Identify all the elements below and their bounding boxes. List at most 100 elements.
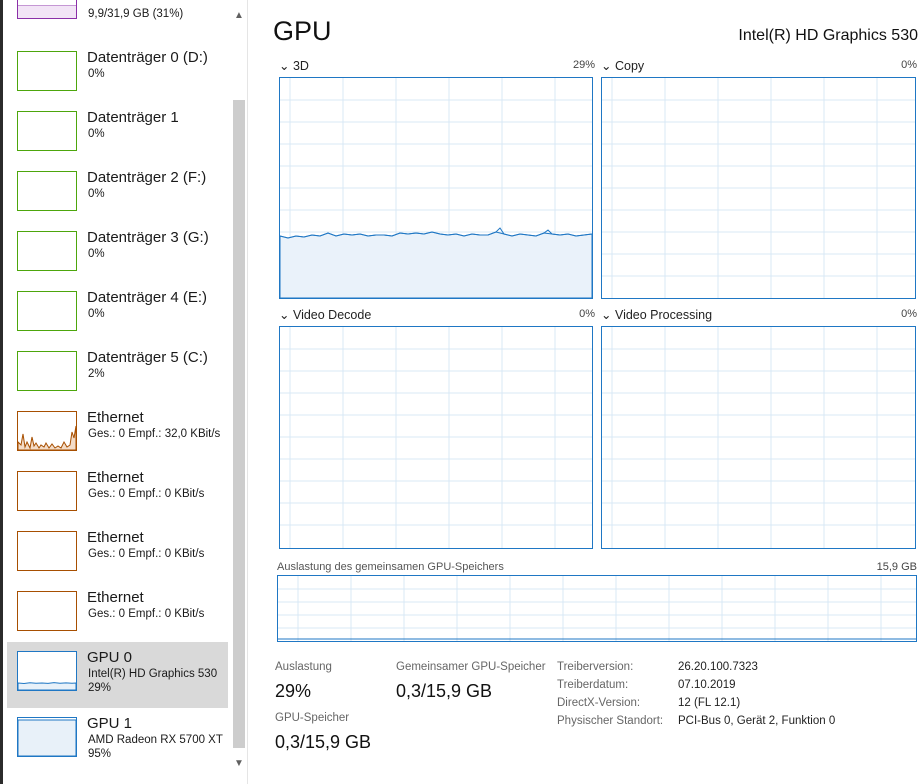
- engine-percent: 0%: [579, 308, 595, 320]
- engine-graph-3d: [279, 77, 593, 299]
- disk-usage: 0%: [88, 248, 105, 260]
- driver-date-value: 07.10.2019: [678, 679, 736, 691]
- engine-percent: 0%: [901, 308, 917, 320]
- usage-label: Auslastung: [275, 661, 332, 673]
- sidebar-item-disk-4[interactable]: Datenträger 4 (E:) 0%: [7, 282, 228, 342]
- directx-version-key: DirectX-Version:: [557, 697, 641, 709]
- graph-grid-3d: [280, 78, 592, 298]
- ethernet-thumbnail: [17, 411, 77, 451]
- sidebar-item-ethernet-1[interactable]: Ethernet Ges.: 0 Empf.: 0 KBit/s: [7, 462, 228, 522]
- sidebar-item-gpu-1[interactable]: GPU 1 AMD Radeon RX 5700 XT 95%: [7, 708, 228, 774]
- chevron-down-icon: ⌄: [601, 59, 612, 73]
- graph-grid-video-processing: [602, 327, 915, 548]
- sidebar-item-disk-2[interactable]: Datenträger 2 (F:) 0%: [7, 162, 228, 222]
- engine-selector-copy[interactable]: ⌄ Copy: [601, 58, 644, 73]
- sidebar-item-ethernet-3[interactable]: Ethernet Ges.: 0 Empf.: 0 KBit/s: [7, 582, 228, 642]
- graph-grid-copy: [602, 78, 915, 298]
- disk-thumbnail: [17, 111, 77, 151]
- disk-name: Datenträger 4 (E:): [87, 289, 208, 306]
- disk-thumbnail: [17, 51, 77, 91]
- shared-memory-graph: [277, 575, 917, 642]
- gpu-usage: 29%: [88, 682, 112, 694]
- page-title: GPU: [273, 16, 332, 46]
- ethernet-rate: Ges.: 0 Empf.: 32,0 KBit/s: [88, 428, 221, 440]
- disk-thumbnail: [17, 231, 77, 271]
- gpu-model-title: Intel(R) HD Graphics 530: [738, 27, 918, 44]
- sidebar-scrollbar[interactable]: ▲ ▼: [231, 8, 247, 776]
- sidebar-item-disk-3[interactable]: Datenträger 3 (G:) 0%: [7, 222, 228, 282]
- engine-selector-video-processing[interactable]: ⌄ Video Processing: [601, 307, 712, 322]
- gpu-model: Intel(R) HD Graphics 530: [88, 668, 218, 680]
- gpu-model: AMD Radeon RX 5700 XT: [88, 734, 223, 746]
- shared-memory-label: Auslastung des gemeinsamen GPU-Speichers: [277, 561, 504, 573]
- sidebar-item-memory[interactable]: 9,9/31,9 GB (31%): [7, 0, 228, 30]
- memory-thumbnail: [17, 0, 77, 19]
- disk-usage: 0%: [88, 68, 105, 80]
- ethernet-rate: Ges.: 0 Empf.: 0 KBit/s: [88, 608, 205, 620]
- sidebar-item-ethernet-0[interactable]: Ethernet Ges.: 0 Empf.: 32,0 KBit/s: [7, 402, 228, 462]
- gpu-name: GPU 0: [87, 649, 133, 666]
- resource-sidebar: 9,9/31,9 GB (31%) Datenträger 0 (D:) 0% …: [0, 0, 248, 784]
- ethernet-thumbnail: [17, 591, 77, 631]
- ethernet-rate: Ges.: 0 Empf.: 0 KBit/s: [88, 488, 205, 500]
- chevron-down-icon: ⌄: [279, 308, 290, 322]
- scroll-down-icon[interactable]: ▼: [234, 758, 244, 769]
- engine-graph-video-decode: [279, 326, 593, 549]
- engine-label: Copy: [614, 59, 645, 73]
- ethernet-name: Ethernet: [87, 529, 144, 546]
- driver-version-key: Treiberversion:: [557, 661, 634, 673]
- sidebar-item-gpu-0[interactable]: GPU 0 Intel(R) HD Graphics 530 29%: [7, 642, 228, 708]
- ethernet-name: Ethernet: [87, 469, 144, 486]
- disk-thumbnail: [17, 171, 77, 211]
- ethernet-thumbnail: [17, 531, 77, 571]
- disk-name: Datenträger 3 (G:): [87, 229, 209, 246]
- sidebar-item-ethernet-2[interactable]: Ethernet Ges.: 0 Empf.: 0 KBit/s: [7, 522, 228, 582]
- disk-name: Datenträger 1: [87, 109, 179, 126]
- memory-usage-text: 9,9/31,9 GB (31%): [88, 8, 184, 20]
- usage-value: 29%: [275, 681, 312, 701]
- engine-label: Video Processing: [614, 308, 713, 322]
- shared-memory-stat-value: 0,3/15,9 GB: [396, 681, 493, 701]
- scrollbar-thumb[interactable]: [233, 100, 245, 748]
- graph-grid-video-decode: [280, 327, 592, 548]
- gpu-memory-value: 0,3/15,9 GB: [275, 732, 372, 752]
- disk-thumbnail: [17, 291, 77, 331]
- ethernet-rate: Ges.: 0 Empf.: 0 KBit/s: [88, 548, 205, 560]
- window-edge: [0, 0, 3, 784]
- engine-label: Video Decode: [292, 308, 372, 322]
- sidebar-item-disk-1[interactable]: Datenträger 1 0%: [7, 102, 228, 162]
- gpu-usage: 95%: [88, 748, 112, 760]
- ethernet-name: Ethernet: [87, 409, 144, 426]
- driver-date-key: Treiberdatum:: [557, 679, 629, 691]
- shared-memory-grid: [278, 576, 916, 641]
- disk-usage: 2%: [88, 368, 105, 380]
- shared-memory-max: 15,9 GB: [876, 561, 917, 573]
- gpu-thumbnail: [17, 651, 77, 691]
- engine-selector-3d[interactable]: ⌄ 3D: [279, 58, 309, 73]
- shared-memory-stat-label: Gemeinsamer GPU-Speicher: [396, 661, 546, 673]
- disk-name: Datenträger 5 (C:): [87, 349, 208, 366]
- physical-location-value: PCI-Bus 0, Gerät 2, Funktion 0: [678, 715, 836, 727]
- chevron-down-icon: ⌄: [601, 308, 612, 322]
- disk-usage: 0%: [88, 188, 105, 200]
- engine-selector-video-decode[interactable]: ⌄ Video Decode: [279, 307, 371, 322]
- engine-label: 3D: [292, 59, 309, 73]
- disk-usage: 0%: [88, 128, 105, 140]
- ethernet-name: Ethernet: [87, 589, 144, 606]
- engine-percent: 29%: [572, 59, 595, 71]
- usage-area: [280, 231, 592, 298]
- gpu-detail-panel: GPU Intel(R) HD Graphics 530 ⌄ 3D 29% ⌄ …: [249, 0, 924, 784]
- disk-name: Datenträger 0 (D:): [87, 49, 208, 66]
- engine-graph-copy: [601, 77, 916, 299]
- sidebar-item-disk-0[interactable]: Datenträger 0 (D:) 0%: [7, 42, 228, 102]
- engine-percent: 0%: [901, 59, 917, 71]
- scroll-up-icon[interactable]: ▲: [234, 10, 244, 21]
- gpu-name: GPU 1: [87, 715, 133, 732]
- physical-location-key: Physischer Standort:: [557, 715, 664, 727]
- chevron-down-icon: ⌄: [279, 59, 290, 73]
- sidebar-item-disk-5[interactable]: Datenträger 5 (C:) 2%: [7, 342, 228, 402]
- driver-version-value: 26.20.100.7323: [678, 661, 758, 673]
- gpu-thumbnail: [17, 717, 77, 757]
- disk-name: Datenträger 2 (F:): [87, 169, 207, 186]
- engine-graph-video-processing: [601, 326, 916, 549]
